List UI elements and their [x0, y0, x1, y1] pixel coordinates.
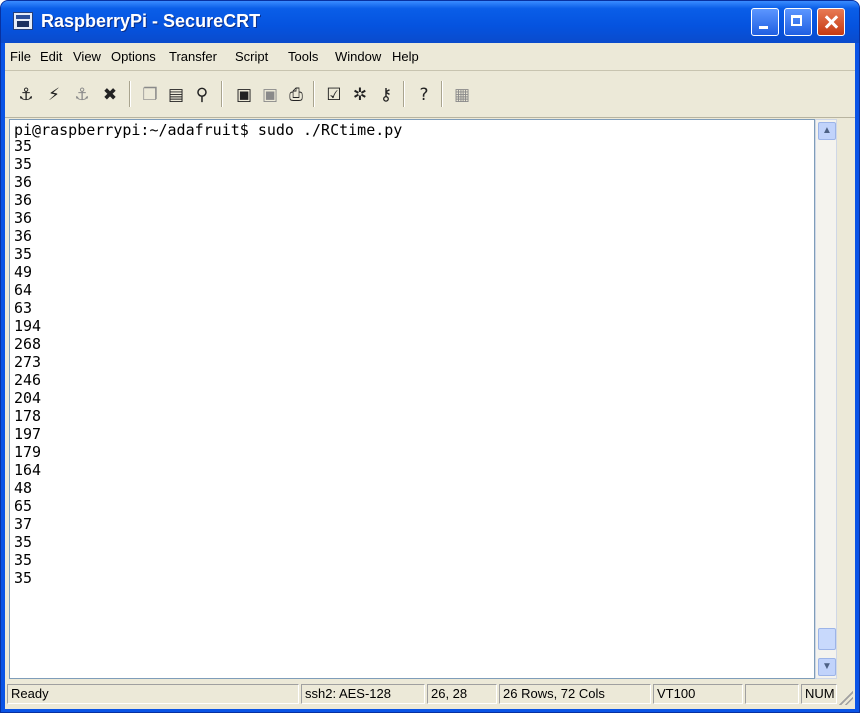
- terminal-scrollbar[interactable]: ▲ ▼: [815, 119, 837, 679]
- terminal-output-line: 246: [14, 371, 42, 389]
- print-screen-icon[interactable]: ▣: [233, 84, 255, 106]
- status-encryption: ssh2: AES-128: [301, 684, 425, 704]
- sftp-icon[interactable]: ▦: [451, 84, 473, 106]
- menu-view[interactable]: View: [73, 49, 101, 64]
- securecrt-app-icon[interactable]: [13, 12, 33, 30]
- scroll-up-icon[interactable]: ▲: [818, 122, 836, 140]
- toolbar-separator: [441, 81, 443, 107]
- terminal-output-line: 35: [14, 569, 33, 587]
- status-emulation: VT100: [653, 684, 743, 704]
- status-num-lock: NUM: [801, 684, 837, 704]
- window-title: RaspberryPi - SecureCRT: [41, 11, 261, 31]
- help-icon[interactable]: ?: [413, 84, 435, 106]
- toolbar: ⚓ ⚡ ⚓ ✖ ❐ ▤ ⚲ ▣ ▣ ⎙ ☑ ✲ ⚷ ? ▦: [5, 71, 855, 118]
- terminal-output-line: 65: [14, 497, 33, 515]
- terminal-output-line: 48: [14, 479, 33, 497]
- terminal-output-line: 194: [14, 317, 42, 335]
- connect-tab-icon[interactable]: ⚓: [71, 84, 93, 106]
- quick-connect-icon[interactable]: ⚡: [43, 84, 65, 106]
- paste-icon[interactable]: ▤: [165, 84, 187, 106]
- menu-bar: File Edit View Options Transfer Script T…: [5, 43, 855, 71]
- terminal-output-line: 179: [14, 443, 42, 461]
- print-selection-icon[interactable]: ▣: [259, 84, 281, 106]
- toolbar-separator: [129, 81, 131, 107]
- terminal-output-line: 36: [14, 227, 33, 245]
- close-button[interactable]: [817, 8, 845, 36]
- status-cursor-position: 26, 28: [427, 684, 497, 704]
- print-icon[interactable]: ⎙: [285, 84, 307, 106]
- terminal-output-line: 36: [14, 191, 33, 209]
- terminal-view[interactable]: pi@raspberrypi:~/adafruit$ sudo ./RCtime…: [9, 119, 815, 679]
- terminal-output-line: 178: [14, 407, 42, 425]
- menu-script[interactable]: Script: [235, 49, 268, 64]
- maximize-button[interactable]: [784, 8, 812, 36]
- securecrt-window: RaspberryPi - SecureCRT File Edit View O…: [0, 0, 860, 713]
- menu-window[interactable]: Window: [335, 49, 381, 64]
- minimize-button[interactable]: [751, 8, 779, 36]
- session-options-icon[interactable]: ☑: [323, 84, 345, 106]
- scroll-thumb[interactable]: [818, 628, 836, 650]
- global-options-icon[interactable]: ✲: [349, 84, 371, 106]
- status-blank-cell: [745, 684, 799, 704]
- terminal-output-line: 64: [14, 281, 33, 299]
- status-terminal-size: 26 Rows, 72 Cols: [499, 684, 651, 704]
- menu-options[interactable]: Options: [111, 49, 156, 64]
- menu-edit[interactable]: Edit: [40, 49, 62, 64]
- terminal-output-line: 63: [14, 299, 33, 317]
- menu-file[interactable]: File: [10, 49, 31, 64]
- terminal-output-line: 204: [14, 389, 42, 407]
- connect-icon[interactable]: ⚓: [15, 84, 37, 106]
- terminal-output-line: 35: [14, 551, 33, 569]
- terminal-output-line: 35: [14, 533, 33, 551]
- terminal-output-line: 268: [14, 335, 42, 353]
- find-icon[interactable]: ⚲: [191, 84, 213, 106]
- terminal-output-line: 35: [14, 137, 33, 155]
- disconnect-icon[interactable]: ✖: [99, 84, 121, 106]
- status-ready: Ready: [7, 684, 299, 704]
- terminal-output-line: 35: [14, 155, 33, 173]
- terminal-output-line: 164: [14, 461, 42, 479]
- title-bar[interactable]: RaspberryPi - SecureCRT: [1, 1, 859, 43]
- toolbar-separator: [313, 81, 315, 107]
- menu-help[interactable]: Help: [392, 49, 419, 64]
- terminal-output-line: 35: [14, 245, 33, 263]
- terminal-output-line: 36: [14, 173, 33, 191]
- terminal-output-line: 273: [14, 353, 42, 371]
- terminal-output-line: 197: [14, 425, 42, 443]
- scroll-down-icon[interactable]: ▼: [818, 658, 836, 676]
- terminal-output-line: 36: [14, 209, 33, 227]
- toolbar-separator: [221, 81, 223, 107]
- client-area: File Edit View Options Transfer Script T…: [5, 43, 855, 709]
- keymap-icon[interactable]: ⚷: [375, 84, 397, 106]
- menu-tools[interactable]: Tools: [288, 49, 318, 64]
- terminal-prompt-line: pi@raspberrypi:~/adafruit$ sudo ./RCtime…: [14, 121, 403, 139]
- status-bar: Ready ssh2: AES-128 26, 28 26 Rows, 72 C…: [5, 681, 855, 707]
- copy-icon[interactable]: ❐: [139, 84, 161, 106]
- resize-grip-icon[interactable]: [839, 691, 853, 705]
- terminal-output-line: 37: [14, 515, 33, 533]
- terminal-output-line: 49: [14, 263, 33, 281]
- menu-transfer[interactable]: Transfer: [169, 49, 217, 64]
- toolbar-separator: [403, 81, 405, 107]
